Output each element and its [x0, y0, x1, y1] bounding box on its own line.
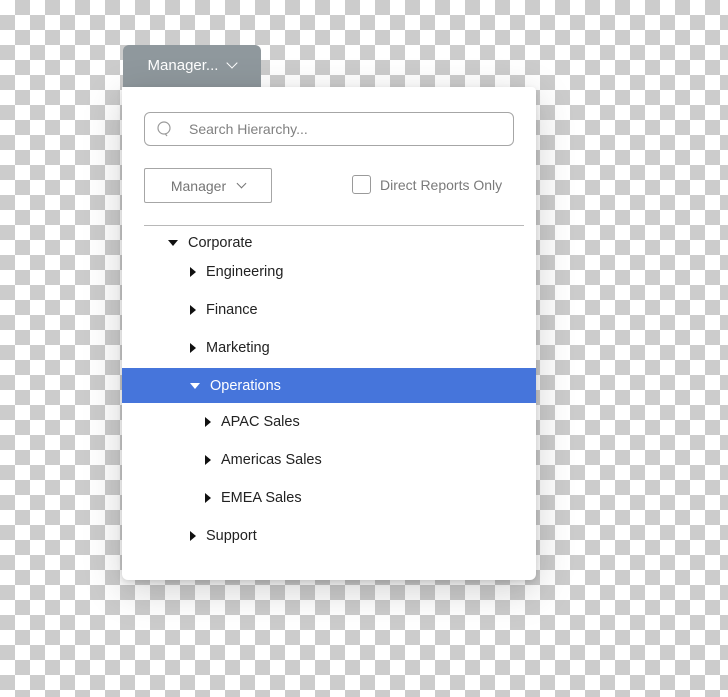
tree-node-label: EMEA Sales [221, 489, 302, 506]
direct-reports-checkbox[interactable] [352, 175, 371, 194]
manager-dropdown-trigger[interactable]: Manager... [123, 45, 261, 87]
search-icon [157, 121, 171, 137]
tree-node-label: Corporate [188, 234, 253, 251]
caret-down-icon[interactable] [168, 239, 178, 246]
caret-down-icon[interactable] [190, 382, 200, 389]
caret-right-icon[interactable] [190, 266, 196, 277]
chevron-down-icon [226, 56, 239, 69]
tree-node-label: Operations [210, 377, 281, 394]
tree-node-label: Americas Sales [221, 451, 322, 468]
tree-node[interactable]: Engineering [122, 254, 536, 289]
tree-node-label: Engineering [206, 263, 284, 280]
tree-node[interactable]: Marketing [122, 330, 536, 365]
tree-node-label: Marketing [206, 339, 270, 356]
caret-right-icon[interactable] [205, 454, 211, 465]
caret-right-icon[interactable] [190, 342, 196, 353]
caret-right-icon[interactable] [205, 416, 211, 427]
caret-right-icon[interactable] [190, 530, 196, 541]
direct-reports-label: Direct Reports Only [380, 176, 503, 193]
search-field[interactable] [144, 112, 514, 146]
manager-select[interactable]: Manager [144, 168, 272, 203]
chevron-down-icon [236, 178, 247, 188]
tree-node[interactable]: EMEA Sales [122, 480, 536, 515]
caret-right-icon[interactable] [205, 492, 211, 503]
tree-node-label: Finance [206, 301, 258, 318]
tree-node[interactable]: Support [122, 518, 536, 553]
tree-node[interactable]: Operations [122, 368, 536, 403]
hierarchy-panel: Manager Direct Reports Only Corporate Eng… [122, 87, 536, 580]
tree-node-label: APAC Sales [221, 413, 300, 430]
trigger-label: Manager... [147, 56, 219, 74]
search-input[interactable] [187, 120, 491, 138]
direct-reports-toggle[interactable]: Direct Reports Only [352, 175, 502, 194]
tree-node[interactable]: Finance [122, 292, 536, 327]
tree-node[interactable]: APAC Sales [122, 404, 536, 439]
tree-node-label: Support [206, 527, 257, 544]
tree-node[interactable]: Americas Sales [122, 442, 536, 477]
manager-select-label: Manager [170, 177, 227, 194]
caret-right-icon[interactable] [190, 304, 196, 315]
